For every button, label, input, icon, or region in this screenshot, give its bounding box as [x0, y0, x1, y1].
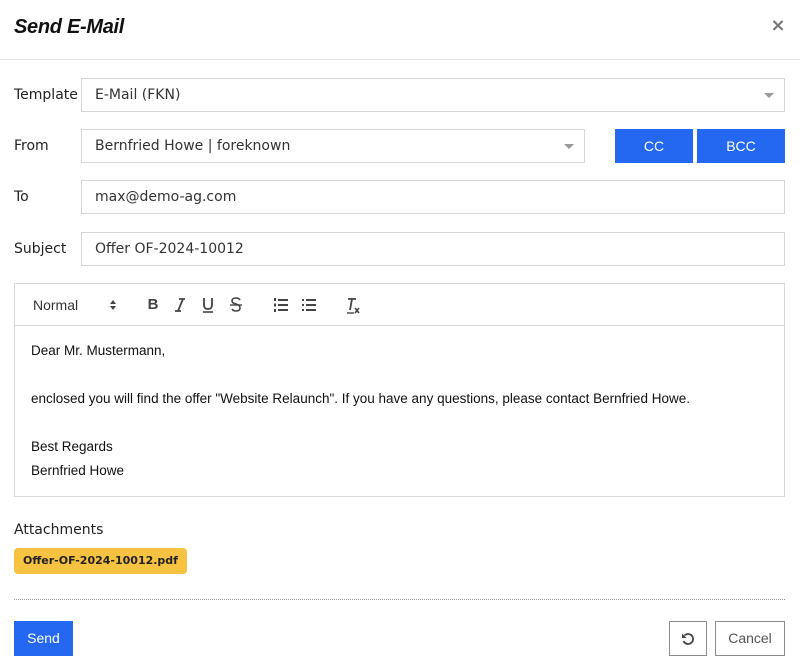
template-value: E-Mail (FKN) [95, 87, 181, 103]
template-label: Template [14, 87, 78, 103]
bullet-list-icon[interactable] [301, 284, 317, 326]
from-select[interactable]: Bernfried Howe | foreknown [81, 129, 585, 163]
rich-text-editor: Normal B Dear Mr. Mustermann, enclosed y… [14, 283, 785, 497]
to-value: max@demo-ag.com [95, 189, 237, 205]
body-line [31, 414, 768, 438]
subject-label: Subject [14, 241, 67, 257]
format-select[interactable]: Normal [33, 284, 78, 326]
body-line: enclosed you will find the offer "Websit… [31, 391, 690, 406]
editor-toolbar: Normal B [15, 284, 784, 326]
bold-button[interactable]: B [146, 284, 160, 326]
from-label: From [14, 138, 49, 154]
reset-button[interactable] [669, 621, 707, 656]
format-arrows-icon[interactable] [108, 284, 118, 326]
attachment-chip[interactable]: Offer-OF-2024-10012.pdf [14, 548, 187, 574]
body-line: Best Regards [31, 439, 113, 454]
undo-icon [681, 632, 695, 646]
cc-button[interactable]: CC [615, 129, 693, 163]
subject-input[interactable]: Offer OF-2024-10012 [81, 232, 785, 266]
underline-button[interactable] [201, 284, 215, 326]
italic-button[interactable] [173, 284, 187, 326]
subject-value: Offer OF-2024-10012 [95, 241, 244, 257]
chevron-down-icon [764, 93, 774, 98]
body-line [31, 366, 768, 390]
dialog-header: Send E-Mail × [0, 0, 800, 60]
send-button[interactable]: Send [14, 621, 73, 656]
clear-format-icon[interactable] [345, 284, 361, 326]
ordered-list-icon[interactable] [273, 284, 289, 326]
from-value: Bernfried Howe | foreknown [95, 138, 291, 154]
strikethrough-button[interactable] [229, 284, 243, 326]
template-select[interactable]: E-Mail (FKN) [81, 78, 785, 112]
to-label: To [14, 189, 29, 205]
cancel-button[interactable]: Cancel [715, 621, 785, 656]
to-input[interactable]: max@demo-ag.com [81, 180, 785, 214]
attachments-label: Attachments [14, 522, 104, 538]
body-line: Dear Mr. Mustermann, [31, 343, 166, 358]
editor-content[interactable]: Dear Mr. Mustermann, enclosed you will f… [15, 326, 784, 502]
chevron-down-icon [564, 144, 574, 149]
footer-divider [14, 599, 785, 600]
bcc-button[interactable]: BCC [697, 129, 785, 163]
dialog-title: Send E-Mail [14, 16, 125, 38]
close-icon[interactable]: × [770, 17, 786, 35]
body-line: Bernfried Howe [31, 463, 125, 478]
